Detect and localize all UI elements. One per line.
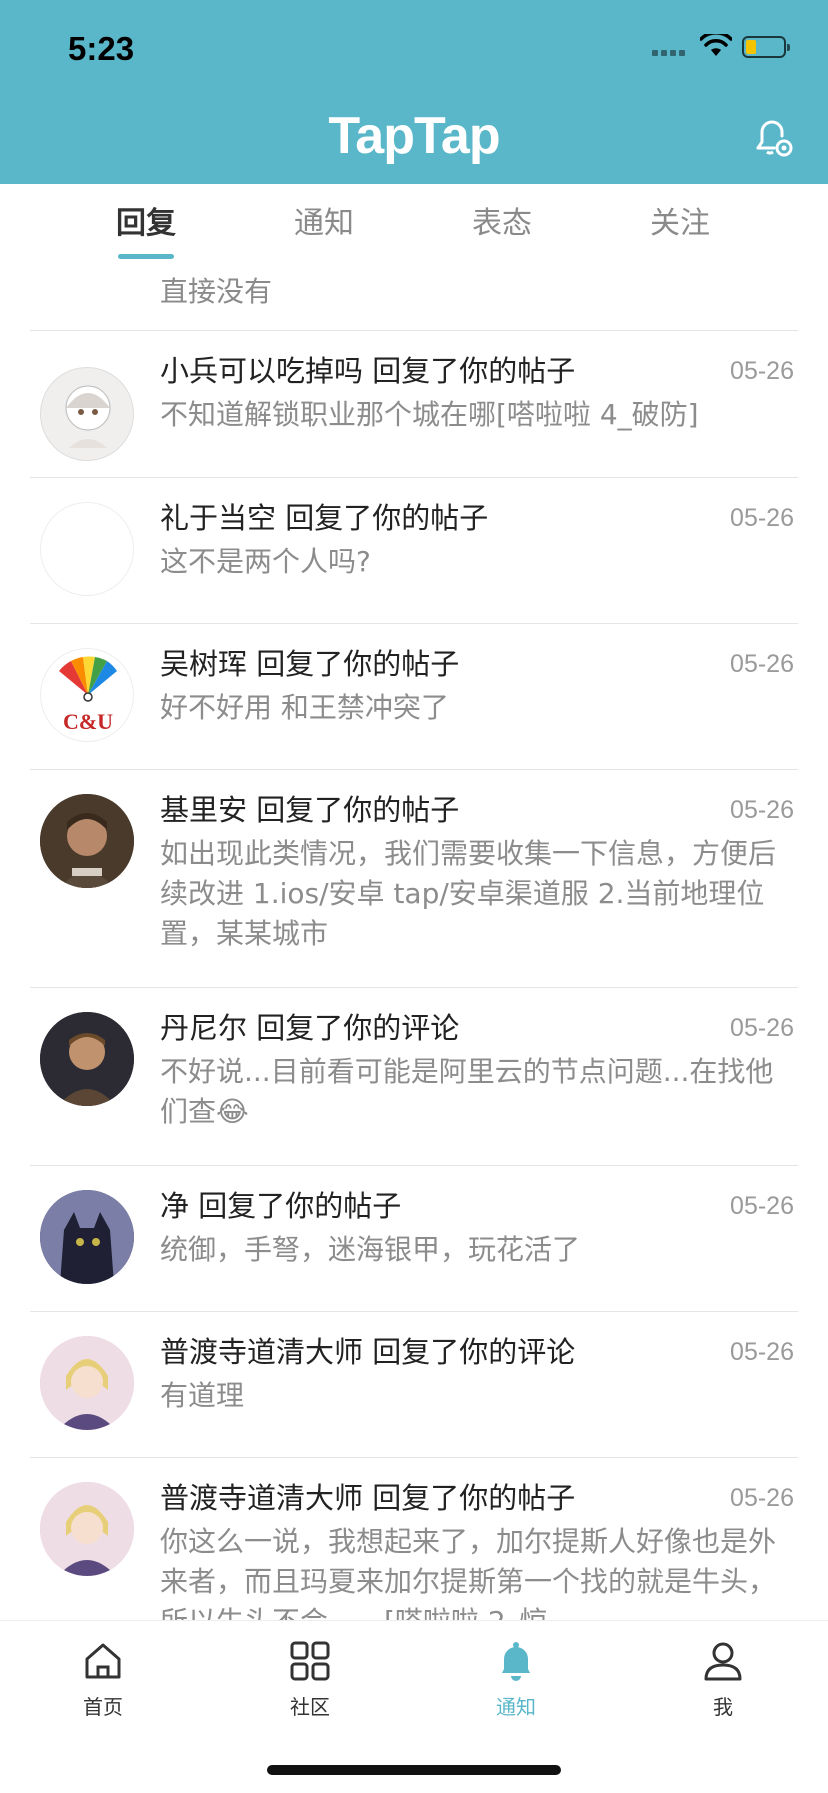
cellular-signal-icon bbox=[652, 50, 685, 56]
list-item-date: 05-26 bbox=[730, 504, 794, 532]
tabbar-home-label: 首页 bbox=[83, 1695, 123, 1719]
divider bbox=[30, 987, 798, 988]
list-item-title: 小兵可以吃掉吗 回复了你的帖子 bbox=[160, 354, 576, 388]
list-item-date: 05-26 bbox=[730, 1014, 794, 1042]
partial-list-item-body: 直接没有 bbox=[160, 275, 273, 308]
avatar[interactable] bbox=[40, 367, 134, 461]
list-item-date: 05-26 bbox=[730, 1484, 794, 1512]
bell-icon bbox=[502, 1642, 530, 1681]
divider bbox=[30, 769, 798, 770]
list-item-title: 普渡寺道清大师 回复了你的帖子 bbox=[160, 1481, 576, 1515]
home-icon bbox=[85, 1643, 121, 1679]
divider bbox=[30, 477, 798, 478]
list-item-title: 净 回复了你的帖子 bbox=[160, 1189, 402, 1223]
tabbar-notifications-label: 通知 bbox=[496, 1695, 536, 1719]
list-item-date: 05-26 bbox=[730, 650, 794, 678]
svg-text:C&U: C&U bbox=[63, 709, 113, 734]
bell-settings-icon[interactable] bbox=[748, 114, 796, 162]
list-item-title: 礼于当空 回复了你的帖子 bbox=[160, 501, 489, 535]
tab-reaction[interactable]: 表态 bbox=[442, 204, 562, 244]
avatar[interactable] bbox=[40, 1336, 134, 1430]
tab-reply[interactable]: 回复 bbox=[86, 204, 206, 244]
list-item-title: 吴树珲 回复了你的帖子 bbox=[160, 647, 460, 681]
app-header: 5:23 TapTap bbox=[0, 0, 828, 184]
tabbar-community-label: 社区 bbox=[290, 1695, 330, 1719]
tabbar-me[interactable]: 我 bbox=[673, 1639, 773, 1720]
list-item-body: 统御，手弩，迷海银甲，玩花活了 bbox=[160, 1233, 581, 1266]
avatar[interactable] bbox=[40, 1190, 134, 1284]
divider bbox=[30, 1311, 798, 1312]
wifi-icon bbox=[700, 34, 732, 56]
list-item-body: 这不是两个人吗? bbox=[160, 545, 371, 578]
list-item-title: 普渡寺道清大师 回复了你的评论 bbox=[160, 1335, 576, 1369]
list-item-body: 如出现此类情况，我们需要收集一下信息，方便后续改进 1.ios/安卓 tap/安… bbox=[160, 837, 777, 950]
list-item-body: 好不好用 和王禁冲突了 bbox=[160, 691, 449, 724]
tabbar-notifications[interactable]: 通知 bbox=[466, 1639, 566, 1720]
list-item-date: 05-26 bbox=[730, 357, 794, 385]
tab-notification[interactable]: 通知 bbox=[264, 204, 384, 244]
divider bbox=[30, 1457, 798, 1458]
list-item-date: 05-26 bbox=[730, 1338, 794, 1366]
grid-icon bbox=[290, 1641, 330, 1681]
status-time: 5:23 bbox=[68, 30, 135, 67]
list-item-date: 05-26 bbox=[730, 796, 794, 824]
home-indicator[interactable] bbox=[267, 1765, 561, 1775]
divider bbox=[30, 330, 798, 331]
user-icon bbox=[704, 1642, 742, 1681]
avatar[interactable] bbox=[40, 1012, 134, 1106]
battery-icon bbox=[742, 36, 790, 58]
reply-list[interactable]: 直接没有 小兵可以吃掉吗 回复了你的帖子 05-26 不知道解锁职业那个城在哪[… bbox=[0, 260, 828, 1620]
list-item-body: 不知道解锁职业那个城在哪[嗒啦啦 4_破防] bbox=[160, 398, 699, 431]
list-item-body: 你这么一说，我想起来了，加尔提斯人好像也是外来者，而且玛夏来加尔提斯第一个找的就… bbox=[160, 1525, 777, 1620]
avatar[interactable]: C&U bbox=[40, 648, 134, 742]
app-logo: TapTap bbox=[328, 107, 500, 165]
tabbar-home[interactable]: 首页 bbox=[53, 1639, 153, 1720]
avatar[interactable] bbox=[40, 794, 134, 888]
list-item-date: 05-26 bbox=[730, 1192, 794, 1220]
tab-follow[interactable]: 关注 bbox=[620, 204, 740, 244]
avatar[interactable] bbox=[40, 1482, 134, 1576]
list-item-title: 丹尼尔 回复了你的评论 bbox=[160, 1011, 460, 1045]
tabbar-community[interactable]: 社区 bbox=[260, 1639, 360, 1720]
divider bbox=[30, 623, 798, 624]
active-tab-indicator bbox=[118, 254, 174, 259]
message-tabs: 回复 通知 表态 关注 bbox=[0, 184, 828, 260]
list-item-body: 有道理 bbox=[160, 1379, 245, 1412]
avatar[interactable] bbox=[40, 502, 134, 596]
list-item-title: 基里安 回复了你的帖子 bbox=[160, 793, 460, 827]
divider bbox=[30, 1165, 798, 1166]
list-item-body: 不好说...目前看可能是阿里云的节点问题...在找他们查😂 bbox=[160, 1055, 774, 1128]
tabbar-me-label: 我 bbox=[713, 1695, 733, 1719]
